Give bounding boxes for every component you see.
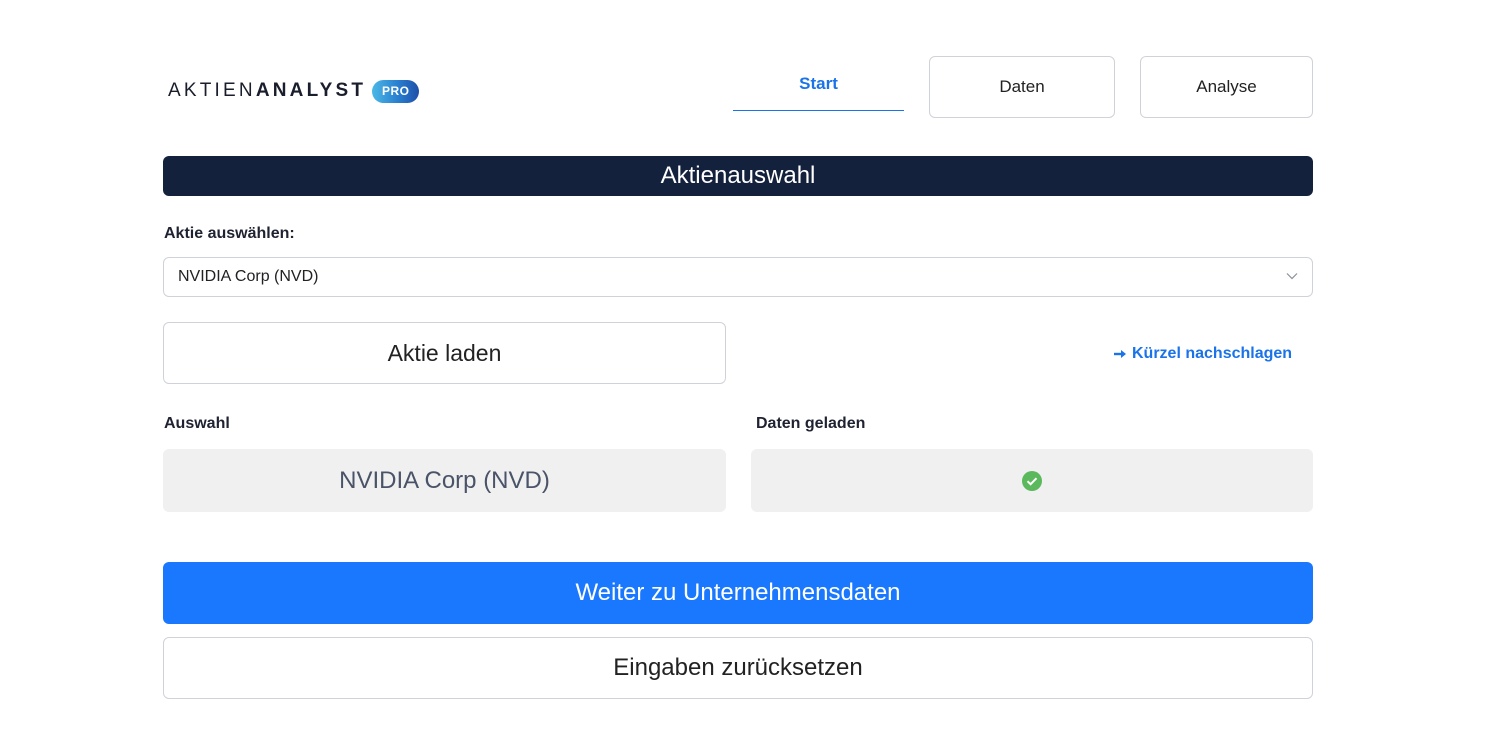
data-loaded-display bbox=[751, 449, 1313, 512]
logo-text-light: AKTIEN bbox=[168, 80, 256, 101]
tab-start[interactable]: Start bbox=[733, 56, 904, 111]
stock-select[interactable]: NVIDIA Corp (NVD) bbox=[163, 257, 1313, 297]
load-stock-button[interactable]: Aktie laden bbox=[163, 322, 726, 384]
select-label: Aktie auswählen: bbox=[164, 225, 295, 242]
app-logo: AKTIEN ANALYST PRO bbox=[168, 78, 420, 104]
stock-select-value: NVIDIA Corp (NVD) bbox=[178, 268, 319, 285]
data-loaded-label: Daten geladen bbox=[756, 415, 866, 432]
lookup-ticker-link[interactable]: Kürzel nachschlagen bbox=[1114, 345, 1292, 363]
lookup-ticker-label: Kürzel nachschlagen bbox=[1132, 345, 1293, 362]
pro-badge: PRO bbox=[372, 79, 420, 103]
logo-text-bold: ANALYST bbox=[255, 80, 367, 101]
selection-display: NVIDIA Corp (NVD) bbox=[163, 449, 726, 512]
section-title: Aktienauswahl bbox=[163, 156, 1313, 196]
chevron-down-icon bbox=[1286, 273, 1298, 280]
tab-analyse[interactable]: Analyse bbox=[1140, 56, 1313, 118]
reset-inputs-button[interactable]: Eingaben zurücksetzen bbox=[163, 637, 1313, 699]
selection-label: Auswahl bbox=[164, 415, 230, 432]
arrow-right-icon bbox=[1114, 350, 1126, 358]
tab-daten[interactable]: Daten bbox=[929, 56, 1115, 118]
check-circle-icon bbox=[1022, 470, 1042, 491]
next-to-company-data-button[interactable]: Weiter zu Unternehmensdaten bbox=[163, 562, 1313, 624]
